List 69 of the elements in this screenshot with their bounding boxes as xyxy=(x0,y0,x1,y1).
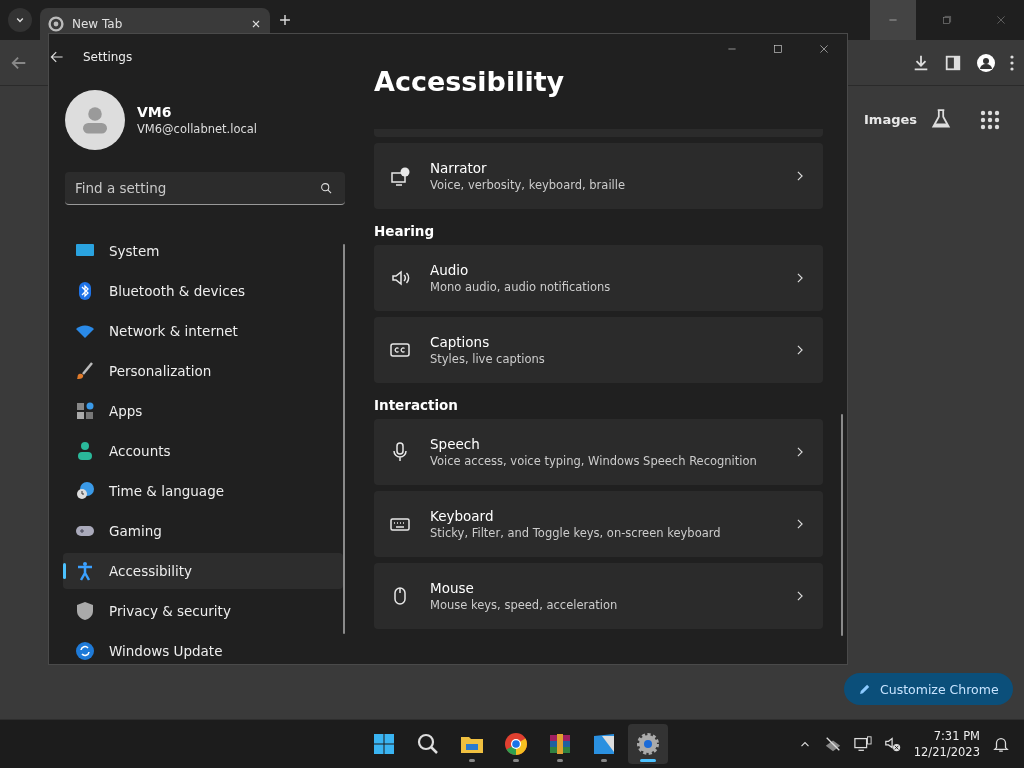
plus-icon xyxy=(278,13,292,27)
speaker-muted-icon xyxy=(883,735,902,753)
profile-icon xyxy=(976,52,996,73)
images-link[interactable]: Images xyxy=(864,112,917,127)
scrollbar[interactable] xyxy=(841,414,843,636)
window-title: Settings xyxy=(83,50,133,64)
paintbrush-icon xyxy=(75,361,95,381)
restore-icon xyxy=(941,14,953,26)
download-icon xyxy=(912,53,930,72)
network-monitor-icon xyxy=(853,735,872,753)
chrome-icon xyxy=(48,16,64,32)
nav-item[interactable]: Network & internet xyxy=(63,313,343,349)
page-title: Accessibility xyxy=(374,68,566,99)
speaker-icon xyxy=(390,268,410,288)
nav-item[interactable]: Accessibility xyxy=(63,553,343,589)
clock-time[interactable]: 7:31 PM xyxy=(933,728,980,744)
nav-item[interactable]: Personalization xyxy=(63,353,343,389)
nav-item[interactable]: Privacy & security xyxy=(63,593,343,629)
side-panel-icon xyxy=(944,53,962,72)
bell-icon xyxy=(992,735,1010,753)
narrator-icon xyxy=(390,166,410,186)
close-icon xyxy=(995,14,1007,26)
flask-icon xyxy=(930,108,952,130)
person-icon xyxy=(75,441,95,461)
settings-card[interactable]: Keyboard Sticky, Filter, and Toggle keys, on-screen keyboard xyxy=(374,491,823,557)
gear-icon xyxy=(636,732,660,756)
microphone-icon xyxy=(390,442,410,462)
nav-item[interactable]: Apps xyxy=(63,393,343,429)
chrome-icon xyxy=(504,732,528,756)
clock-date[interactable]: 12/21/2023 xyxy=(913,744,980,760)
section-header: Hearing xyxy=(374,222,436,241)
search-field[interactable]: Find a setting xyxy=(65,172,345,205)
nav-item[interactable]: Gaming xyxy=(63,513,343,549)
settings-card[interactable]: Captions Styles, live captions xyxy=(374,317,823,383)
close-icon xyxy=(250,18,262,30)
sync-icon xyxy=(75,641,95,661)
apps-icon xyxy=(75,401,95,421)
archive-books-icon xyxy=(548,732,572,756)
accessibility-icon xyxy=(75,561,95,581)
pencil-icon xyxy=(858,682,872,696)
search-icon xyxy=(416,732,440,756)
nav-item[interactable]: System xyxy=(63,233,343,269)
settings-card[interactable]: Narrator Voice, verbosity, keyboard, braille xyxy=(374,143,823,209)
maximize-icon xyxy=(772,43,784,55)
nav-item[interactable]: Accounts xyxy=(63,433,343,469)
menu-icon xyxy=(1010,54,1014,71)
apps-grid-icon xyxy=(980,110,1000,130)
drive-offline-icon xyxy=(823,735,842,753)
scrollbar[interactable] xyxy=(343,244,345,634)
start-icon xyxy=(372,732,396,756)
nav-item[interactable]: Time & language xyxy=(63,473,343,509)
nav-item[interactable]: Windows Update xyxy=(63,633,343,664)
person-silhouette-icon xyxy=(80,105,110,135)
nav-item[interactable]: Bluetooth & devices xyxy=(63,273,343,309)
close-icon xyxy=(818,43,830,55)
back-arrow-icon xyxy=(49,49,65,65)
shield-icon xyxy=(75,601,95,621)
taskbar-app[interactable] xyxy=(628,724,668,764)
settings-card[interactable]: Speech Voice access, voice typing, Windows Speech Recognition xyxy=(374,419,823,485)
user-email: VM6@collabnet.local xyxy=(137,122,258,136)
captions-icon xyxy=(390,340,410,360)
search-icon xyxy=(320,182,333,195)
section-header: Interaction xyxy=(374,396,459,415)
settings-card[interactable]: Audio Mono audio, audio notifications xyxy=(374,245,823,311)
customize-chrome-button[interactable]: Customize Chrome xyxy=(844,673,1013,705)
user-name: VM6 xyxy=(137,104,173,120)
settings-card[interactable]: Mouse Mouse keys, speed, acceleration xyxy=(374,563,823,629)
tab-search-button[interactable] xyxy=(8,8,32,32)
globe-clock-icon xyxy=(75,481,95,501)
